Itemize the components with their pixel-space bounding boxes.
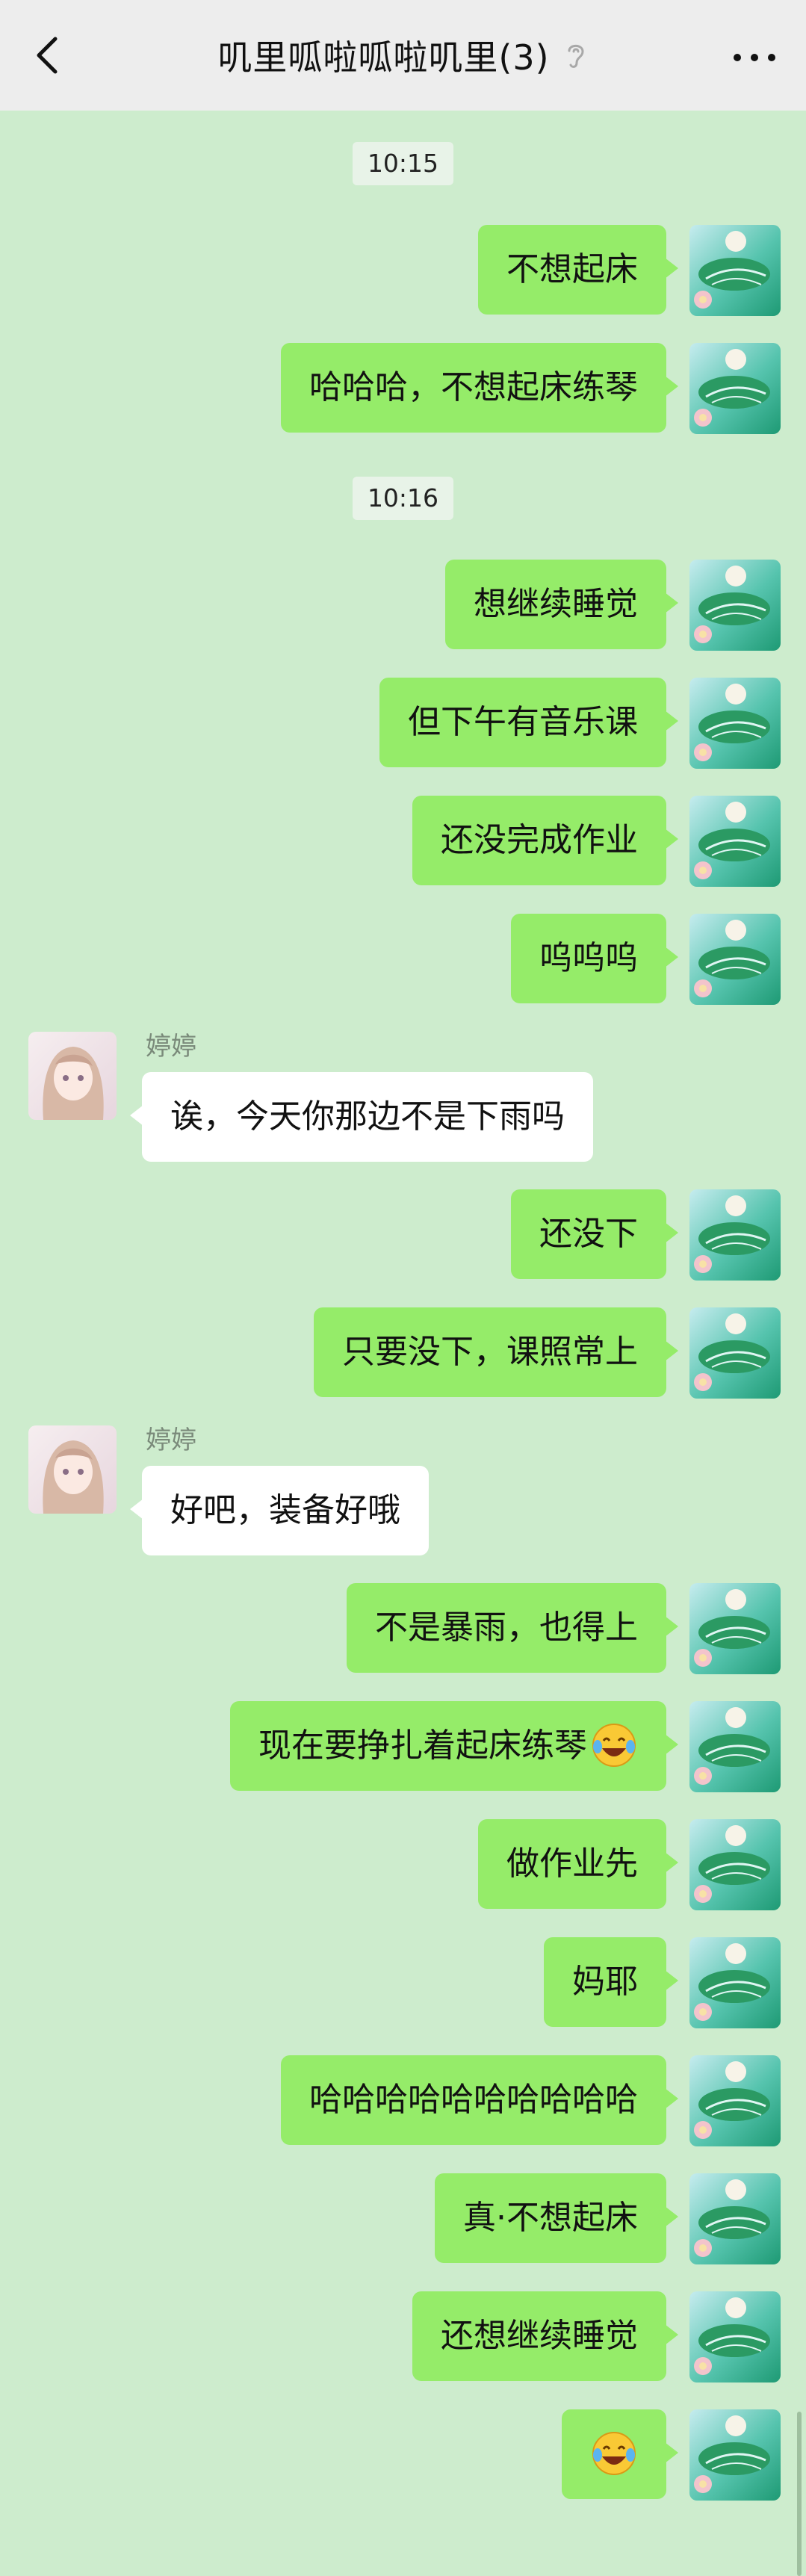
message-bubble[interactable]: 好吧，装备好哦 — [130, 1466, 429, 1555]
message-bubble[interactable]: 哈哈哈哈哈哈哈哈哈哈 — [281, 2055, 678, 2145]
scrollbar[interactable] — [797, 2412, 802, 2576]
message-bubble[interactable] — [562, 2409, 678, 2499]
laugh-cry-emoji-icon — [592, 2432, 636, 2475]
my-avatar[interactable] — [689, 2409, 781, 2501]
timestamp: 10:16 — [0, 477, 806, 521]
contact-avatar[interactable] — [28, 1425, 117, 1514]
my-avatar[interactable] — [689, 914, 781, 1005]
my-avatar[interactable] — [689, 343, 781, 434]
message-bubble[interactable]: 妈耶 — [544, 1937, 678, 2027]
message-bubble[interactable]: 现在要挣扎着起床练琴 — [230, 1701, 678, 1791]
message-bubble[interactable]: 还没下 — [511, 1189, 678, 1279]
more-dots-icon[interactable] — [728, 39, 781, 76]
message-bubble[interactable]: 但下午有音乐课 — [379, 678, 678, 767]
sender-name: 婷婷 — [146, 1032, 196, 1062]
laugh-cry-emoji-icon — [592, 1724, 636, 1767]
message-bubble[interactable]: 诶，今天你那边不是下雨吗 — [130, 1072, 593, 1162]
my-avatar[interactable] — [689, 225, 781, 316]
my-avatar[interactable] — [689, 1937, 781, 2028]
message-bubble[interactable]: 呜呜呜 — [511, 914, 678, 1003]
message-bubble[interactable]: 不想起床 — [478, 225, 678, 315]
my-avatar[interactable] — [689, 560, 781, 651]
sender-name: 婷婷 — [146, 1425, 196, 1455]
my-avatar[interactable] — [689, 2055, 781, 2146]
my-avatar[interactable] — [689, 1189, 781, 1281]
message-bubble[interactable]: 还想继续睡觉 — [412, 2291, 678, 2381]
timestamp: 10:15 — [0, 142, 806, 187]
chat-area[interactable]: 10:15 不想起床 哈哈哈，不想起床练琴 10:16 想继续睡觉 但下午有音乐… — [0, 111, 806, 2576]
message-bubble[interactable]: 真·不想起床 — [435, 2173, 678, 2263]
message-bubble[interactable]: 想继续睡觉 — [445, 560, 678, 649]
message-bubble[interactable]: 只要没下，课照常上 — [314, 1307, 678, 1397]
chat-title: 叽里呱啦呱啦叽里(3) — [217, 37, 550, 78]
message-bubble[interactable]: 还没完成作业 — [412, 796, 678, 885]
my-avatar[interactable] — [689, 678, 781, 769]
my-avatar[interactable] — [689, 2173, 781, 2264]
ear-mute-icon — [568, 44, 584, 68]
message-bubble[interactable]: 哈哈哈，不想起床练琴 — [281, 343, 678, 433]
my-avatar[interactable] — [689, 1307, 781, 1399]
my-avatar[interactable] — [689, 796, 781, 887]
top-bar: 叽里呱啦呱啦叽里(3) — [0, 0, 806, 111]
contact-avatar[interactable] — [28, 1032, 117, 1120]
message-bubble[interactable]: 做作业先 — [478, 1819, 678, 1909]
my-avatar[interactable] — [689, 1583, 781, 1674]
my-avatar[interactable] — [689, 1819, 781, 1910]
message-bubble[interactable]: 不是暴雨，也得上 — [347, 1583, 678, 1673]
my-avatar[interactable] — [689, 1701, 781, 1792]
chevron-left-icon[interactable] — [28, 34, 70, 76]
my-avatar[interactable] — [689, 2291, 781, 2383]
